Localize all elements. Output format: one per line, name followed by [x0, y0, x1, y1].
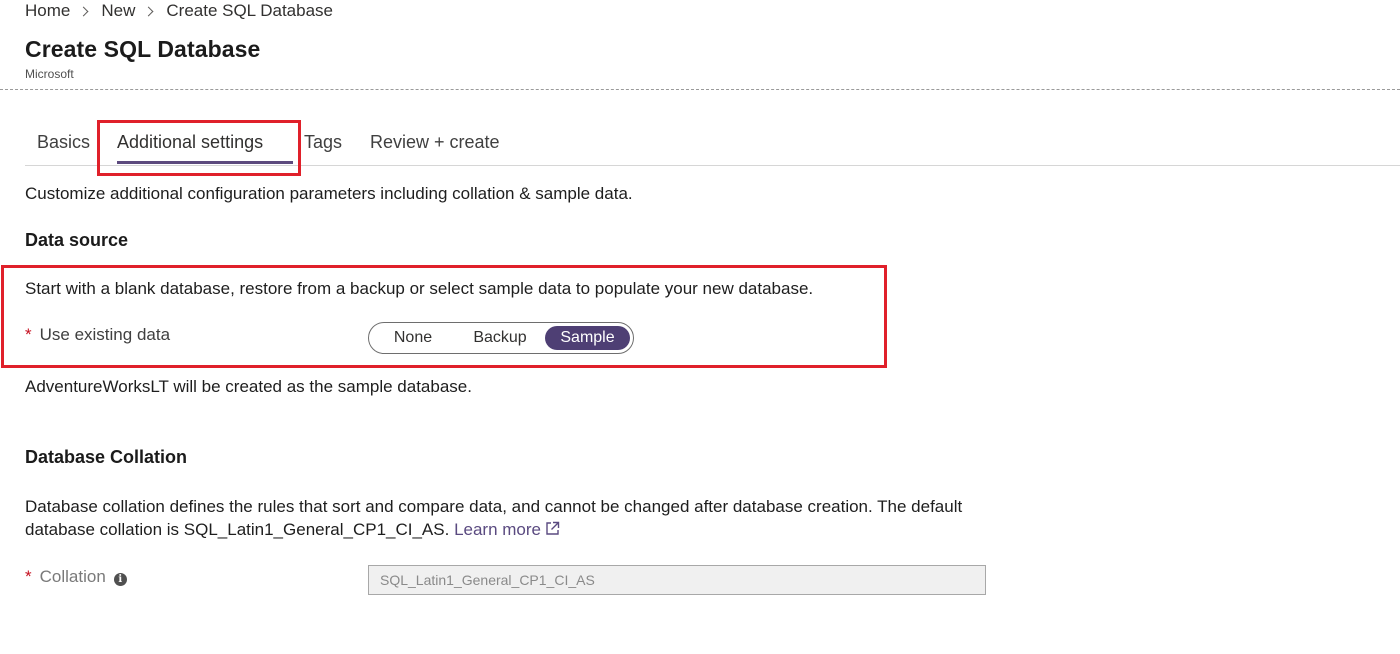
data-source-description: Start with a blank database, restore fro…	[25, 279, 814, 298]
option-backup[interactable]: Backup	[464, 326, 536, 350]
tab-review-create[interactable]: Review + create	[370, 132, 500, 153]
info-icon[interactable]: i	[113, 573, 127, 586]
required-marker: *	[25, 567, 32, 586]
breadcrumb-current: Create SQL Database	[166, 1, 334, 20]
page-title: Create SQL Database	[25, 36, 261, 62]
breadcrumb: Home New Create SQL Database	[25, 0, 333, 22]
page-subtitle: Microsoft	[25, 67, 74, 81]
collation-label-text: Collation	[39, 567, 106, 586]
learn-more-link-text[interactable]: Learn more	[454, 520, 541, 539]
chevron-right-icon	[143, 6, 154, 16]
use-existing-data-label-text: Use existing data	[39, 325, 171, 344]
sample-database-note: AdventureWorksLT will be created as the …	[25, 377, 472, 396]
breadcrumb-home[interactable]: Home	[25, 1, 70, 21]
collation-label: * Collation i	[25, 567, 127, 587]
tab-tags[interactable]: Tags	[304, 132, 342, 153]
database-collation-heading: Database Collation	[25, 447, 188, 467]
option-none[interactable]: None	[381, 326, 445, 350]
data-source-heading: Data source	[25, 230, 129, 250]
use-existing-data-toggle: None Backup Sample	[368, 322, 634, 354]
use-existing-data-label: * Use existing data	[25, 325, 170, 345]
learn-more-link[interactable]: Learn more	[454, 520, 560, 539]
breadcrumb-new[interactable]: New	[101, 1, 135, 21]
title-divider	[0, 89, 1400, 90]
external-link-icon	[545, 519, 560, 542]
option-sample[interactable]: Sample	[545, 326, 630, 350]
intro-text: Customize additional configuration param…	[25, 184, 633, 203]
collation-input[interactable]	[368, 565, 986, 595]
collation-description: Database collation defines the rules tha…	[25, 495, 985, 542]
tab-basics[interactable]: Basics	[37, 132, 90, 153]
required-marker: *	[25, 325, 32, 344]
chevron-right-icon	[78, 6, 89, 16]
tab-highlight-box	[97, 120, 301, 176]
